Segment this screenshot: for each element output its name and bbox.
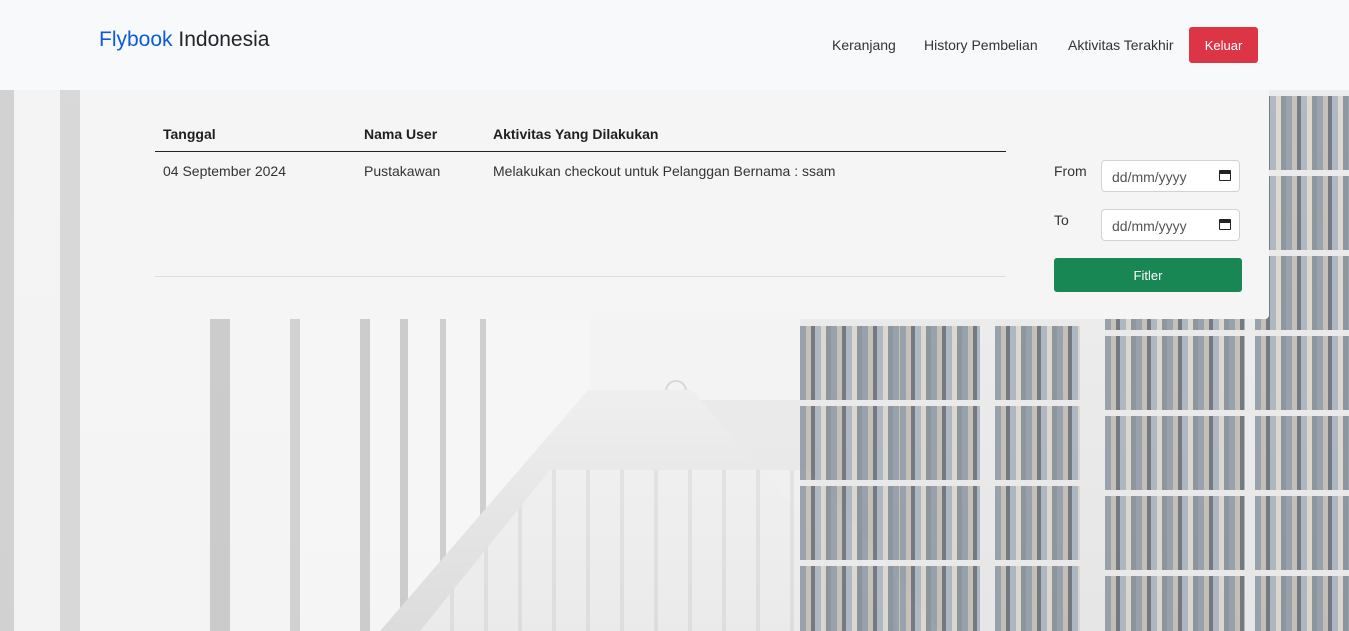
bookshelf — [900, 320, 980, 631]
column-header-activity: Aktivitas Yang Dilakukan — [485, 116, 1006, 152]
nav-link-activity[interactable]: Aktivitas Terakhir — [1068, 37, 1174, 53]
table-row: 04 September 2024 Pustakawan Melakukan c… — [155, 152, 1006, 189]
nav-link-history[interactable]: History Pembelian — [924, 37, 1038, 53]
navbar: Flybook Indonesia Keranjang History Pemb… — [0, 0, 1349, 90]
brand-part-2: Indonesia — [178, 28, 270, 51]
from-date-value: dd/mm/yyyy — [1112, 169, 1187, 185]
column-header-date: Tanggal — [155, 116, 356, 152]
brand-part-1: Flybook — [99, 28, 173, 51]
calendar-icon[interactable] — [1219, 170, 1231, 181]
filter-button[interactable]: Fitler — [1054, 258, 1242, 292]
to-date-input[interactable]: dd/mm/yyyy — [1101, 209, 1240, 241]
table-bottom-divider — [155, 276, 1006, 277]
cell-activity: Melakukan checkout untuk Pelanggan Berna… — [493, 163, 836, 179]
brand-logo[interactable]: Flybook Indonesia — [99, 28, 269, 52]
cell-user: Pustakawan — [364, 163, 441, 179]
from-date-input[interactable]: dd/mm/yyyy — [1101, 160, 1240, 192]
calendar-icon[interactable] — [1219, 219, 1231, 230]
nav-link-cart[interactable]: Keranjang — [832, 37, 896, 53]
cell-date: 04 September 2024 — [163, 163, 286, 179]
to-date-value: dd/mm/yyyy — [1112, 218, 1187, 234]
to-label: To — [1054, 212, 1069, 228]
logout-button[interactable]: Keluar — [1189, 27, 1258, 63]
bookshelf — [800, 320, 900, 631]
bookshelf — [1255, 90, 1349, 631]
bookshelf — [995, 320, 1080, 631]
back-wall — [590, 310, 800, 400]
column-header-user: Nama User — [356, 116, 485, 152]
table-header-row: Tanggal Nama User Aktivitas Yang Dilakuk… — [155, 116, 1006, 152]
from-label: From — [1054, 163, 1087, 179]
activity-card: Tanggal Nama User Aktivitas Yang Dilakuk… — [81, 90, 1269, 319]
activity-table: Tanggal Nama User Aktivitas Yang Dilakuk… — [155, 116, 1006, 188]
